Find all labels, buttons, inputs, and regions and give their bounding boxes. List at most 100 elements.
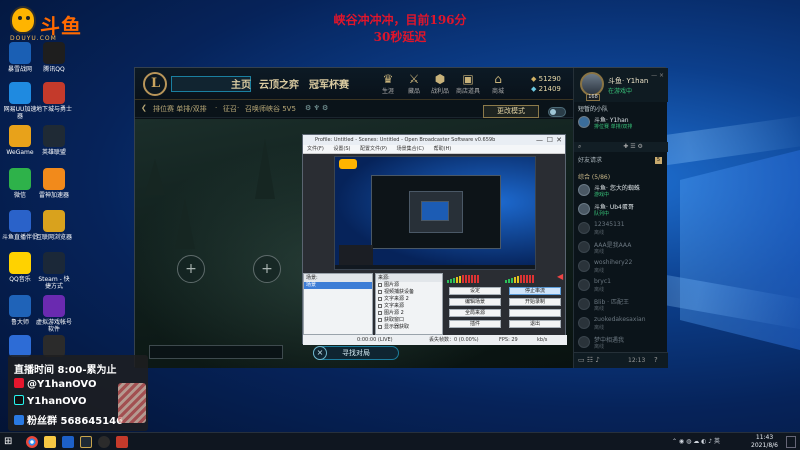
top-icon-store[interactable]: ⌂ 商城: [485, 72, 511, 95]
friend-group-header[interactable]: 综合 (5/86): [574, 172, 668, 181]
desktop-shortcut[interactable]: 英雄联盟: [36, 125, 72, 156]
source-item[interactable]: 显示器获取: [376, 324, 442, 331]
menu-settings[interactable]: 设置(S): [333, 146, 350, 152]
desktop-shortcut[interactable]: 腾讯QQ: [36, 42, 72, 73]
start-windows-icon[interactable]: ⊞: [4, 436, 16, 448]
exit-button[interactable]: 退出: [509, 320, 561, 328]
nested-preview: [421, 201, 449, 221]
stop-stream-button[interactable]: 停止串流: [509, 287, 561, 295]
notification-icon[interactable]: [786, 436, 796, 448]
desktop-shortcut[interactable]: 雷神加速器: [36, 168, 72, 199]
desktop-shortcut[interactable]: QQ音乐: [2, 252, 38, 283]
friend-list-item[interactable]: 12345131 离线: [574, 220, 668, 238]
speaker-icon[interactable]: ◀: [557, 272, 563, 281]
cancel-queue-button[interactable]: ×: [313, 346, 327, 360]
global-sources-button[interactable]: 全局来源: [449, 309, 501, 317]
loot-icon: ⚔: [408, 72, 420, 86]
menu-file[interactable]: 文件(F): [307, 146, 324, 152]
friend-list-item[interactable]: 斗鱼· Ub4蛋哥 队列中: [574, 201, 668, 219]
taskbar-app-icon[interactable]: [62, 436, 74, 448]
start-recording-button[interactable]: 开始录制: [509, 298, 561, 306]
checkbox-icon[interactable]: [378, 325, 382, 329]
scene-item[interactable]: 场景: [304, 282, 372, 289]
maximize-icon[interactable]: ☐: [547, 135, 553, 145]
friend-name: zuokedakesaxian: [594, 316, 646, 323]
top-icon-items[interactable]: ▣ 商店道具: [455, 72, 481, 95]
source-item[interactable]: 图片源 2: [376, 310, 442, 317]
source-item[interactable]: 文字来源 2: [376, 296, 442, 303]
close-icon[interactable]: ✕: [556, 135, 562, 145]
tab-clash[interactable]: 冠军杯赛: [309, 76, 349, 91]
help-icon[interactable]: ?: [654, 356, 658, 364]
lol-taskbar-icon[interactable]: [80, 436, 92, 448]
source-item[interactable]: 获取窗口: [376, 317, 442, 324]
friend-requests-row[interactable]: 好友请求 5: [574, 156, 668, 166]
desktop-shortcut[interactable]: Steam - 快捷方式: [36, 252, 72, 290]
desktop-shortcut[interactable]: 地下城与勇士: [36, 82, 72, 113]
friend-list-item[interactable]: AAA是我AAA 离线: [574, 239, 668, 257]
desktop-shortcut[interactable]: 暴雪战网: [2, 42, 38, 73]
desktop-shortcut[interactable]: WeGame: [2, 125, 38, 156]
invite-slot-right[interactable]: +: [253, 255, 281, 283]
social-toolbar[interactable]: ⌕ ✚ ☰ ⚙: [574, 142, 668, 152]
fps-readout: FPS: 29: [499, 337, 518, 343]
edit-mode-button[interactable]: 更改模式: [483, 105, 539, 118]
friend-list-item[interactable]: 梦中相遇我 离线: [574, 334, 668, 352]
desktop-shortcut[interactable]: 斗鱼直播伴侣: [2, 210, 38, 241]
settings-button[interactable]: 设定: [449, 287, 501, 295]
top-icon-collection[interactable]: ⚔ 藏品: [401, 72, 427, 95]
party-member[interactable]: 斗鱼· Y1han 排位赛 单排/双排: [574, 114, 668, 132]
friend-list-item[interactable]: bryc1 离线: [574, 277, 668, 295]
chat-icon[interactable]: ▭ ☷ ♪: [578, 356, 600, 364]
plugins-button[interactable]: 插件: [449, 320, 501, 328]
checkbox-icon[interactable]: [378, 318, 382, 322]
desktop-shortcut[interactable]: 微信: [2, 168, 38, 199]
top-icon-career[interactable]: ♛ 生涯: [375, 72, 401, 95]
system-clock[interactable]: 11:43 2021/8/6: [751, 434, 778, 450]
lobby-chat-input[interactable]: [149, 345, 283, 359]
tab-tft[interactable]: 云顶之弈: [259, 76, 299, 91]
invite-slot-left[interactable]: +: [177, 255, 205, 283]
menu-help[interactable]: 帮助(H): [434, 146, 452, 152]
desktop-shortcut[interactable]: 虚拟游戏帐号 软件: [36, 295, 72, 333]
checkbox-icon[interactable]: [378, 297, 382, 301]
folder-icon[interactable]: [44, 436, 56, 448]
menu-profile[interactable]: 配置文件(P): [360, 146, 387, 152]
menu-scene-collection[interactable]: 场景集合(C): [397, 146, 424, 152]
window-controls[interactable]: — ×: [651, 72, 664, 79]
settings-icon[interactable]: ⚙ ♆ ⚙: [305, 104, 328, 112]
source-item[interactable]: 图片源: [376, 282, 442, 289]
game-taskbar-icon[interactable]: [116, 436, 128, 448]
search-icon[interactable]: ⌕: [578, 143, 581, 150]
avatar[interactable]: [580, 72, 604, 96]
blank-button[interactable]: [509, 309, 561, 317]
top-icon-loot[interactable]: ⬢ 战利品: [427, 72, 453, 95]
checkbox-icon[interactable]: [378, 290, 382, 294]
friend-list-item[interactable]: zuokedakesaxian 离线: [574, 315, 668, 333]
minimize-icon[interactable]: —: [536, 135, 543, 145]
edit-scene-button[interactable]: 编辑场景: [449, 298, 501, 306]
desktop-shortcut[interactable]: 互联网浏览器: [36, 210, 72, 241]
friend-list-item[interactable]: 斗鱼· 您大的蜘蛛 游戏中: [574, 182, 668, 200]
friend-list-item[interactable]: woshihery22 离线: [574, 258, 668, 276]
desktop-shortcut[interactable]: 网易UU加速器: [2, 82, 38, 120]
wechat-icon: [9, 168, 31, 190]
tab-home[interactable]: 主页: [231, 76, 251, 91]
obs-window: Profile: Untitled - Scenes: Untitled - O…: [302, 134, 567, 345]
chrome-icon[interactable]: [26, 436, 38, 448]
source-item[interactable]: 视频捕获设备: [376, 289, 442, 296]
monitor-icon: [9, 335, 31, 357]
sources-list: 图片源 视频捕获设备 文字来源 2 文字来源 图片源 2 获取窗口 显示器获取: [376, 282, 442, 331]
back-arrow-icon[interactable]: ❮: [141, 104, 147, 112]
checkbox-icon[interactable]: [378, 283, 382, 287]
add-friend-icon[interactable]: ✚ ☰ ⚙: [623, 143, 643, 150]
source-item[interactable]: 文字来源: [376, 303, 442, 310]
ready-toggle[interactable]: [548, 107, 566, 117]
checkbox-icon[interactable]: [378, 304, 382, 308]
social-bottom-bar: ▭ ☷ ♪ 12:13 ?: [574, 352, 668, 368]
desktop-shortcut[interactable]: 鲁大师: [2, 295, 38, 326]
tray-icons[interactable]: ⌃ ◉ ◍ ☁ ◐ ♪ 英: [672, 436, 720, 445]
checkbox-icon[interactable]: [378, 311, 382, 315]
obs-taskbar-icon[interactable]: [98, 436, 110, 448]
friend-list-item[interactable]: Blib · 匹配王 离线: [574, 296, 668, 314]
